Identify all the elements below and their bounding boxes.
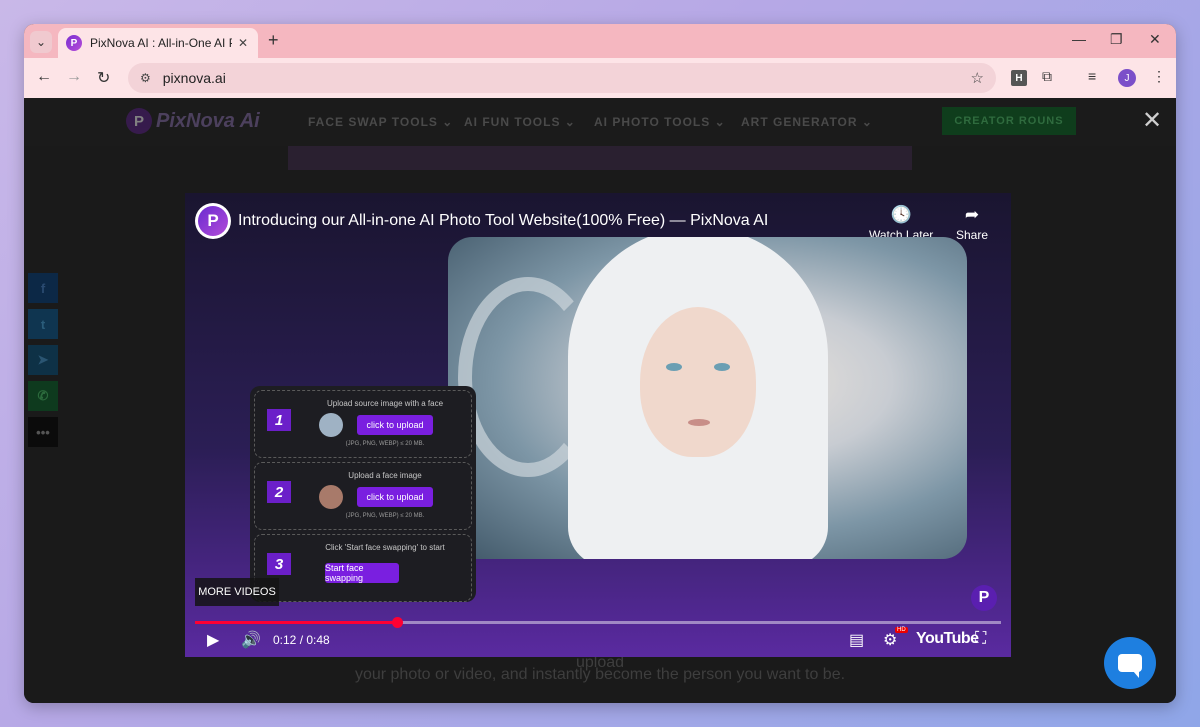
creator-button[interactable]: CREATOR ROUNS xyxy=(942,107,1076,135)
tab-pixnova[interactable]: P PixNova AI : All-in-One AI Photo ✕ xyxy=(58,28,258,58)
step-3: 3 Click 'Start face swapping' to start S… xyxy=(254,534,472,602)
face-thumbnail xyxy=(319,485,343,509)
volume-icon[interactable]: 🔊 xyxy=(241,630,261,650)
window-close-icon[interactable]: ✕ xyxy=(1149,31,1161,48)
site-settings-icon[interactable]: ⚙ xyxy=(140,71,151,85)
subtitles-icon[interactable]: ▤ xyxy=(849,630,864,650)
site-header: P PixNova Ai FACE SWAP TOOLS ⌄ AI FUN TO… xyxy=(24,98,1176,146)
twitter-icon[interactable]: t xyxy=(28,309,58,339)
address-bar[interactable]: ⚙ pixnova.ai ☆ xyxy=(128,63,996,93)
site-logo[interactable]: P PixNova Ai xyxy=(126,108,260,134)
lips xyxy=(688,419,710,426)
tab-title: PixNova AI : All-in-One AI Photo xyxy=(90,36,232,50)
reload-icon[interactable]: ↻ xyxy=(97,68,110,88)
menu-art-generator[interactable]: ART GENERATOR ⌄ xyxy=(741,115,873,129)
menu-ai-fun-tools[interactable]: AI FUN TOOLS ⌄ xyxy=(464,115,576,129)
extensions-puzzle-icon[interactable]: ⧉ xyxy=(1042,68,1052,85)
web-page: P PixNova Ai FACE SWAP TOOLS ⌄ AI FUN TO… xyxy=(24,98,1176,703)
forward-icon[interactable]: → xyxy=(66,68,82,86)
browser-window: ⌄ P PixNova AI : All-in-One AI Photo ✕ +… xyxy=(24,24,1176,703)
logo-text: PixNova Ai xyxy=(156,109,260,132)
bookmark-star-icon[interactable]: ☆ xyxy=(971,69,984,87)
url-text: pixnova.ai xyxy=(162,70,226,86)
face-shape xyxy=(640,307,756,457)
share-rail: f t ➤ ✆ ••• xyxy=(28,273,58,453)
steps-panel: 1 Upload source image with a face click … xyxy=(250,386,476,602)
tab-search-icon[interactable]: ⌄ xyxy=(30,31,52,53)
upload-face-button: click to upload xyxy=(357,487,433,507)
left-eye xyxy=(666,363,682,371)
more-videos-button[interactable]: MORE VIDEOS xyxy=(195,578,279,606)
video-title[interactable]: Introducing our All-in-one AI Photo Tool… xyxy=(238,212,768,230)
more-share-icon[interactable]: ••• xyxy=(28,417,58,447)
step-hint: (JPG, PNG, WEBP) ≤ 20 MB. xyxy=(345,441,425,447)
time-display: 0:12 / 0:48 xyxy=(273,633,330,647)
channel-avatar-icon[interactable]: P xyxy=(195,203,231,239)
progress-fill xyxy=(195,621,397,624)
step-hint: (JPG, PNG, WEBP) ≤ 20 MB. xyxy=(345,513,425,519)
video-thumbnail-portrait xyxy=(448,237,967,559)
hd-badge: HD xyxy=(895,627,908,633)
start-face-swapping-button: Start face swapping xyxy=(325,563,399,583)
settings-gear-icon[interactable]: ⚙ xyxy=(883,630,897,650)
tab-strip: ⌄ P PixNova AI : All-in-One AI Photo ✕ +… xyxy=(24,24,1176,58)
modal-close-icon[interactable]: ✕ xyxy=(1142,106,1162,135)
browser-menu-icon[interactable]: ⋮ xyxy=(1152,68,1166,85)
step-2: 2 Upload a face image click to upload (J… xyxy=(254,462,472,530)
pixnova-watermark-icon: P xyxy=(971,585,997,611)
menu-ai-photo-tools[interactable]: AI PHOTO TOOLS ⌄ xyxy=(594,115,726,129)
step-number: 1 xyxy=(267,409,291,431)
tab-close-icon[interactable]: ✕ xyxy=(238,36,248,50)
fullscreen-icon[interactable]: ⛶ xyxy=(975,630,986,648)
right-eye xyxy=(714,363,730,371)
telegram-icon[interactable]: ➤ xyxy=(28,345,58,375)
share-arrow-icon: ➦ xyxy=(964,205,980,224)
profile-avatar[interactable]: J xyxy=(1118,69,1136,87)
restore-icon[interactable]: ❐ xyxy=(1110,31,1123,48)
play-icon[interactable]: ▶ xyxy=(207,630,219,650)
back-icon[interactable]: ← xyxy=(36,68,52,86)
progress-bar[interactable] xyxy=(195,617,1001,628)
browser-toolbar: ← → ↻ ⚙ pixnova.ai ☆ H ⧉ ≡ J ⋮ xyxy=(24,58,1176,98)
media-control-icon[interactable]: ≡ xyxy=(1088,68,1096,84)
step-number: 2 xyxy=(267,481,291,503)
chat-button[interactable] xyxy=(1104,637,1156,689)
hero-banner xyxy=(288,146,912,170)
step-label: Click 'Start face swapping' to start xyxy=(325,543,445,552)
minimize-icon[interactable]: — xyxy=(1072,31,1086,47)
step-label: Upload a face image xyxy=(348,471,422,480)
menu-face-swap-tools[interactable]: FACE SWAP TOOLS ⌄ xyxy=(308,115,453,129)
share-label: Share xyxy=(956,228,989,242)
share-button[interactable]: ➦ Share xyxy=(956,205,988,242)
video-player[interactable]: P Introducing our All-in-one AI Photo To… xyxy=(185,193,1011,657)
facebook-icon[interactable]: f xyxy=(28,273,58,303)
body-text-line2: your photo or video, and instantly becom… xyxy=(354,666,846,683)
source-thumbnail xyxy=(319,413,343,437)
pixnova-logo-icon: P xyxy=(126,108,152,134)
step-number: 3 xyxy=(267,553,291,575)
step-1: 1 Upload source image with a face click … xyxy=(254,390,472,458)
youtube-logo[interactable]: YouTube xyxy=(916,630,979,648)
extension-h-icon[interactable]: H xyxy=(1011,70,1027,86)
upload-source-button: click to upload xyxy=(357,415,433,435)
step-label: Upload source image with a face xyxy=(326,399,444,408)
chat-bubble-icon xyxy=(1118,654,1142,678)
scrubber-handle[interactable] xyxy=(391,617,403,628)
whatsapp-icon[interactable]: ✆ xyxy=(28,381,58,411)
pixnova-favicon-icon: P xyxy=(66,35,82,51)
clock-icon: 🕓 xyxy=(890,205,912,224)
new-tab-button[interactable]: + xyxy=(268,30,279,51)
